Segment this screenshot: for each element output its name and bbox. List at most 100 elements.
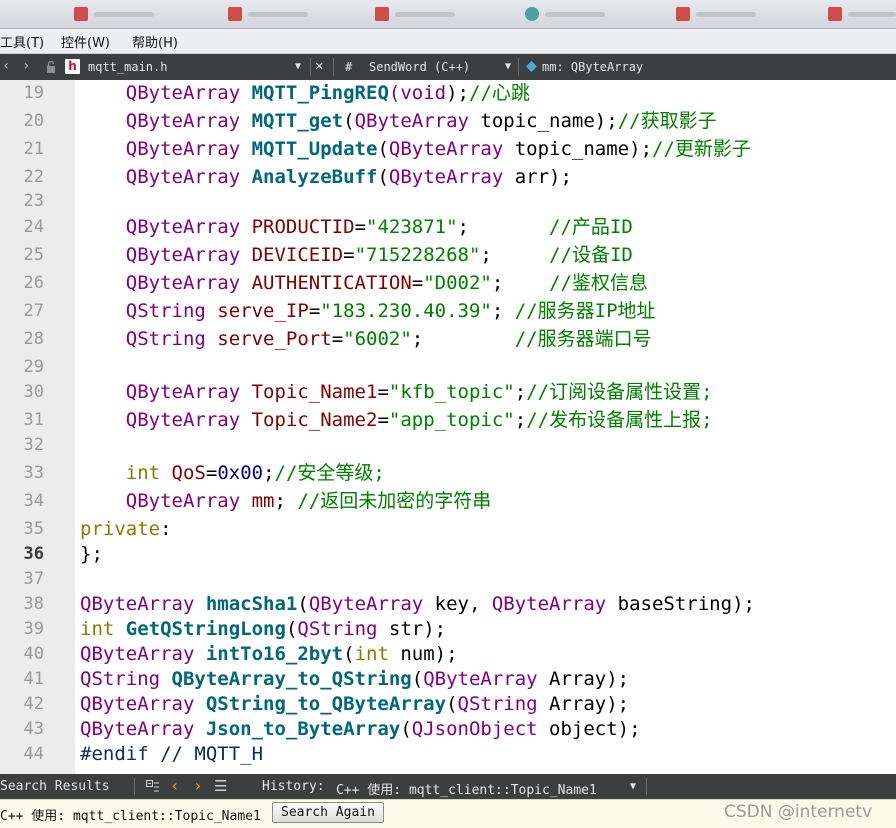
- line-number: 37: [23, 569, 44, 589]
- app-icon: [525, 7, 539, 21]
- code-text: QByteArray intTo16_2byt(int num);: [80, 643, 458, 665]
- search-results-bar: Search Results ‹ › ☰ History: C++ 使用: mq…: [0, 774, 896, 799]
- line-number: 29: [23, 357, 44, 377]
- code-line[interactable]: 32: [0, 432, 896, 458]
- previous-result-icon[interactable]: ‹: [170, 776, 180, 795]
- line-number: 40: [23, 644, 44, 664]
- code-line[interactable]: 39 int GetQStringLong(QString str);: [0, 616, 896, 642]
- next-result-icon[interactable]: ›: [193, 776, 203, 795]
- menu-help[interactable]: 帮助(H): [132, 32, 178, 51]
- code-line[interactable]: 19 QByteArray MQTT_PingREQ(void);//心跳: [0, 80, 896, 106]
- code-line[interactable]: 31 QByteArray Topic_Name2="app_topic";//…: [0, 407, 896, 433]
- forward-arrow-icon[interactable]: ›: [22, 58, 30, 74]
- code-text: QString serve_Port="6002"; //服务器端口号: [125, 328, 652, 350]
- member-variable-icon: [526, 61, 537, 72]
- code-text: };: [80, 543, 103, 565]
- history-label: History:: [262, 779, 325, 794]
- code-line[interactable]: 24 QByteArray PRODUCTID="423871"; //产品ID: [0, 214, 896, 240]
- code-line[interactable]: 30 QByteArray Topic_Name1="kfb_topic";//…: [0, 379, 896, 405]
- line-number: 26: [23, 273, 44, 293]
- symbol-prefix: #: [345, 60, 353, 74]
- line-number: 34: [23, 491, 44, 511]
- list-icon[interactable]: ☰: [214, 777, 227, 795]
- line-number: 42: [23, 694, 44, 714]
- code-text: QByteArray QString_to_QByteArray(QString…: [80, 693, 630, 715]
- code-line[interactable]: 42 QByteArray QString_to_QByteArray(QStri…: [0, 691, 896, 717]
- code-line[interactable]: 20 QByteArray MQTT_get(QByteArray topic_…: [0, 108, 896, 134]
- app-icon: [228, 7, 242, 21]
- code-line[interactable]: 27 QString serve_IP="183.230.40.39"; //服…: [0, 298, 896, 324]
- search-status-bar: C++ 使用: mqtt_client::Topic_Name1 Search …: [0, 799, 896, 828]
- back-arrow-icon[interactable]: ‹: [2, 58, 10, 74]
- line-number: 36: [23, 544, 44, 564]
- editor-toolbar: ‹ › h mqtt_main.h ▼ ✕ # SendWord (C++) ▼…: [0, 54, 896, 80]
- line-number: 28: [23, 329, 44, 349]
- line-number: 21: [23, 139, 44, 159]
- search-results-title: Search Results: [0, 779, 110, 794]
- line-number: 20: [23, 111, 44, 131]
- code-text: QByteArray mm; //返回未加密的字符串: [125, 490, 492, 512]
- file-selector[interactable]: mqtt_main.h: [88, 60, 167, 74]
- code-text: QByteArray Json_to_ByteArray(QJsonObject…: [80, 718, 641, 740]
- code-text: QByteArray AnalyzeBuff(QByteArray arr);: [125, 166, 572, 188]
- code-line[interactable]: 33 int QoS=0x00;//安全等级;: [0, 460, 896, 486]
- line-number: 31: [23, 410, 44, 430]
- code-text: private:: [80, 518, 172, 540]
- code-text: QByteArray AUTHENTICATION="D002"; //鉴权信息: [125, 272, 648, 294]
- history-selector[interactable]: C++ 使用: mqtt_client::Topic_Name1: [336, 779, 597, 798]
- code-text: #endif // MQTT_H: [80, 743, 264, 765]
- app-icon: [375, 7, 389, 21]
- header-file-icon: h: [65, 59, 80, 74]
- close-file-icon[interactable]: ✕: [315, 58, 323, 74]
- code-line[interactable]: 34 QByteArray mm; //返回未加密的字符串: [0, 488, 896, 514]
- line-number: 38: [23, 594, 44, 614]
- line-number: 32: [23, 435, 44, 455]
- code-line[interactable]: 21 QByteArray MQTT_Update(QByteArray top…: [0, 136, 896, 162]
- search-again-button[interactable]: Search Again: [272, 802, 384, 823]
- line-number: 35: [23, 519, 44, 539]
- history-dropdown-icon[interactable]: ▼: [630, 781, 636, 792]
- code-text: QByteArray hmacSha1(QByteArray key, QByt…: [80, 593, 755, 615]
- code-line[interactable]: 23: [0, 188, 896, 214]
- app-icon: [828, 7, 842, 21]
- code-line[interactable]: 36};: [0, 541, 896, 567]
- symbol-dropdown-icon[interactable]: ▼: [505, 61, 511, 72]
- code-text: QByteArray DEVICEID="715228268"; //设备ID: [125, 244, 633, 266]
- code-line[interactable]: 38 QByteArray hmacSha1(QByteArray key, QB…: [0, 591, 896, 617]
- code-line[interactable]: 37: [0, 566, 896, 592]
- line-number: 23: [23, 191, 44, 211]
- menu-widgets[interactable]: 控件(W): [61, 32, 110, 51]
- code-line[interactable]: 28 QString serve_Port="6002"; //服务器端口号: [0, 326, 896, 352]
- code-line[interactable]: 35 private:: [0, 516, 896, 542]
- code-line[interactable]: 29: [0, 354, 896, 380]
- code-line[interactable]: 22 QByteArray AnalyzeBuff(QByteArray arr…: [0, 164, 896, 190]
- line-number: 41: [23, 669, 44, 689]
- code-line[interactable]: 25 QByteArray DEVICEID="715228268"; //设备…: [0, 242, 896, 268]
- code-line[interactable]: 44 #endif // MQTT_H: [0, 741, 896, 767]
- expand-collapse-icon[interactable]: [146, 780, 160, 793]
- code-text: int GetQStringLong(QString str);: [80, 618, 447, 640]
- line-number: 43: [23, 719, 44, 739]
- code-line[interactable]: 40 QByteArray intTo16_2byt(int num);: [0, 641, 896, 667]
- code-text: QByteArray Topic_Name2="app_topic";//发布设…: [125, 409, 713, 431]
- code-text: QString QByteArray_to_QString(QByteArray…: [80, 668, 630, 690]
- symbol-selector[interactable]: SendWord (C++): [369, 60, 470, 74]
- code-text: QByteArray Topic_Name1="kfb_topic";//订阅设…: [125, 381, 713, 403]
- code-line[interactable]: 26 QByteArray AUTHENTICATION="D002"; //鉴…: [0, 270, 896, 296]
- code-text: QByteArray MQTT_PingREQ(void);//心跳: [125, 82, 530, 104]
- line-number: 22: [23, 167, 44, 187]
- line-number: 19: [23, 83, 44, 103]
- lock-icon[interactable]: [44, 60, 58, 74]
- watermark: CSDN @internetv: [724, 802, 873, 822]
- menu-tools[interactable]: 工具(T): [0, 32, 44, 51]
- code-text: QString serve_IP="183.230.40.39"; //服务器I…: [125, 300, 656, 322]
- line-number: 27: [23, 301, 44, 321]
- menu-bar: 工具(T) 控件(W) 帮助(H): [0, 29, 896, 54]
- code-text: int QoS=0x00;//安全等级;: [125, 462, 385, 484]
- member-label[interactable]: mm: QByteArray: [542, 60, 643, 74]
- code-editor[interactable]: 19 QByteArray MQTT_PingREQ(void);//心跳 20 …: [0, 80, 896, 774]
- code-line[interactable]: 41 QString QByteArray_to_QString(QByteArr…: [0, 666, 896, 692]
- app-icon: [676, 7, 690, 21]
- code-line[interactable]: 43 QByteArray Json_to_ByteArray(QJsonObje…: [0, 716, 896, 742]
- file-dropdown-icon[interactable]: ▼: [295, 61, 301, 72]
